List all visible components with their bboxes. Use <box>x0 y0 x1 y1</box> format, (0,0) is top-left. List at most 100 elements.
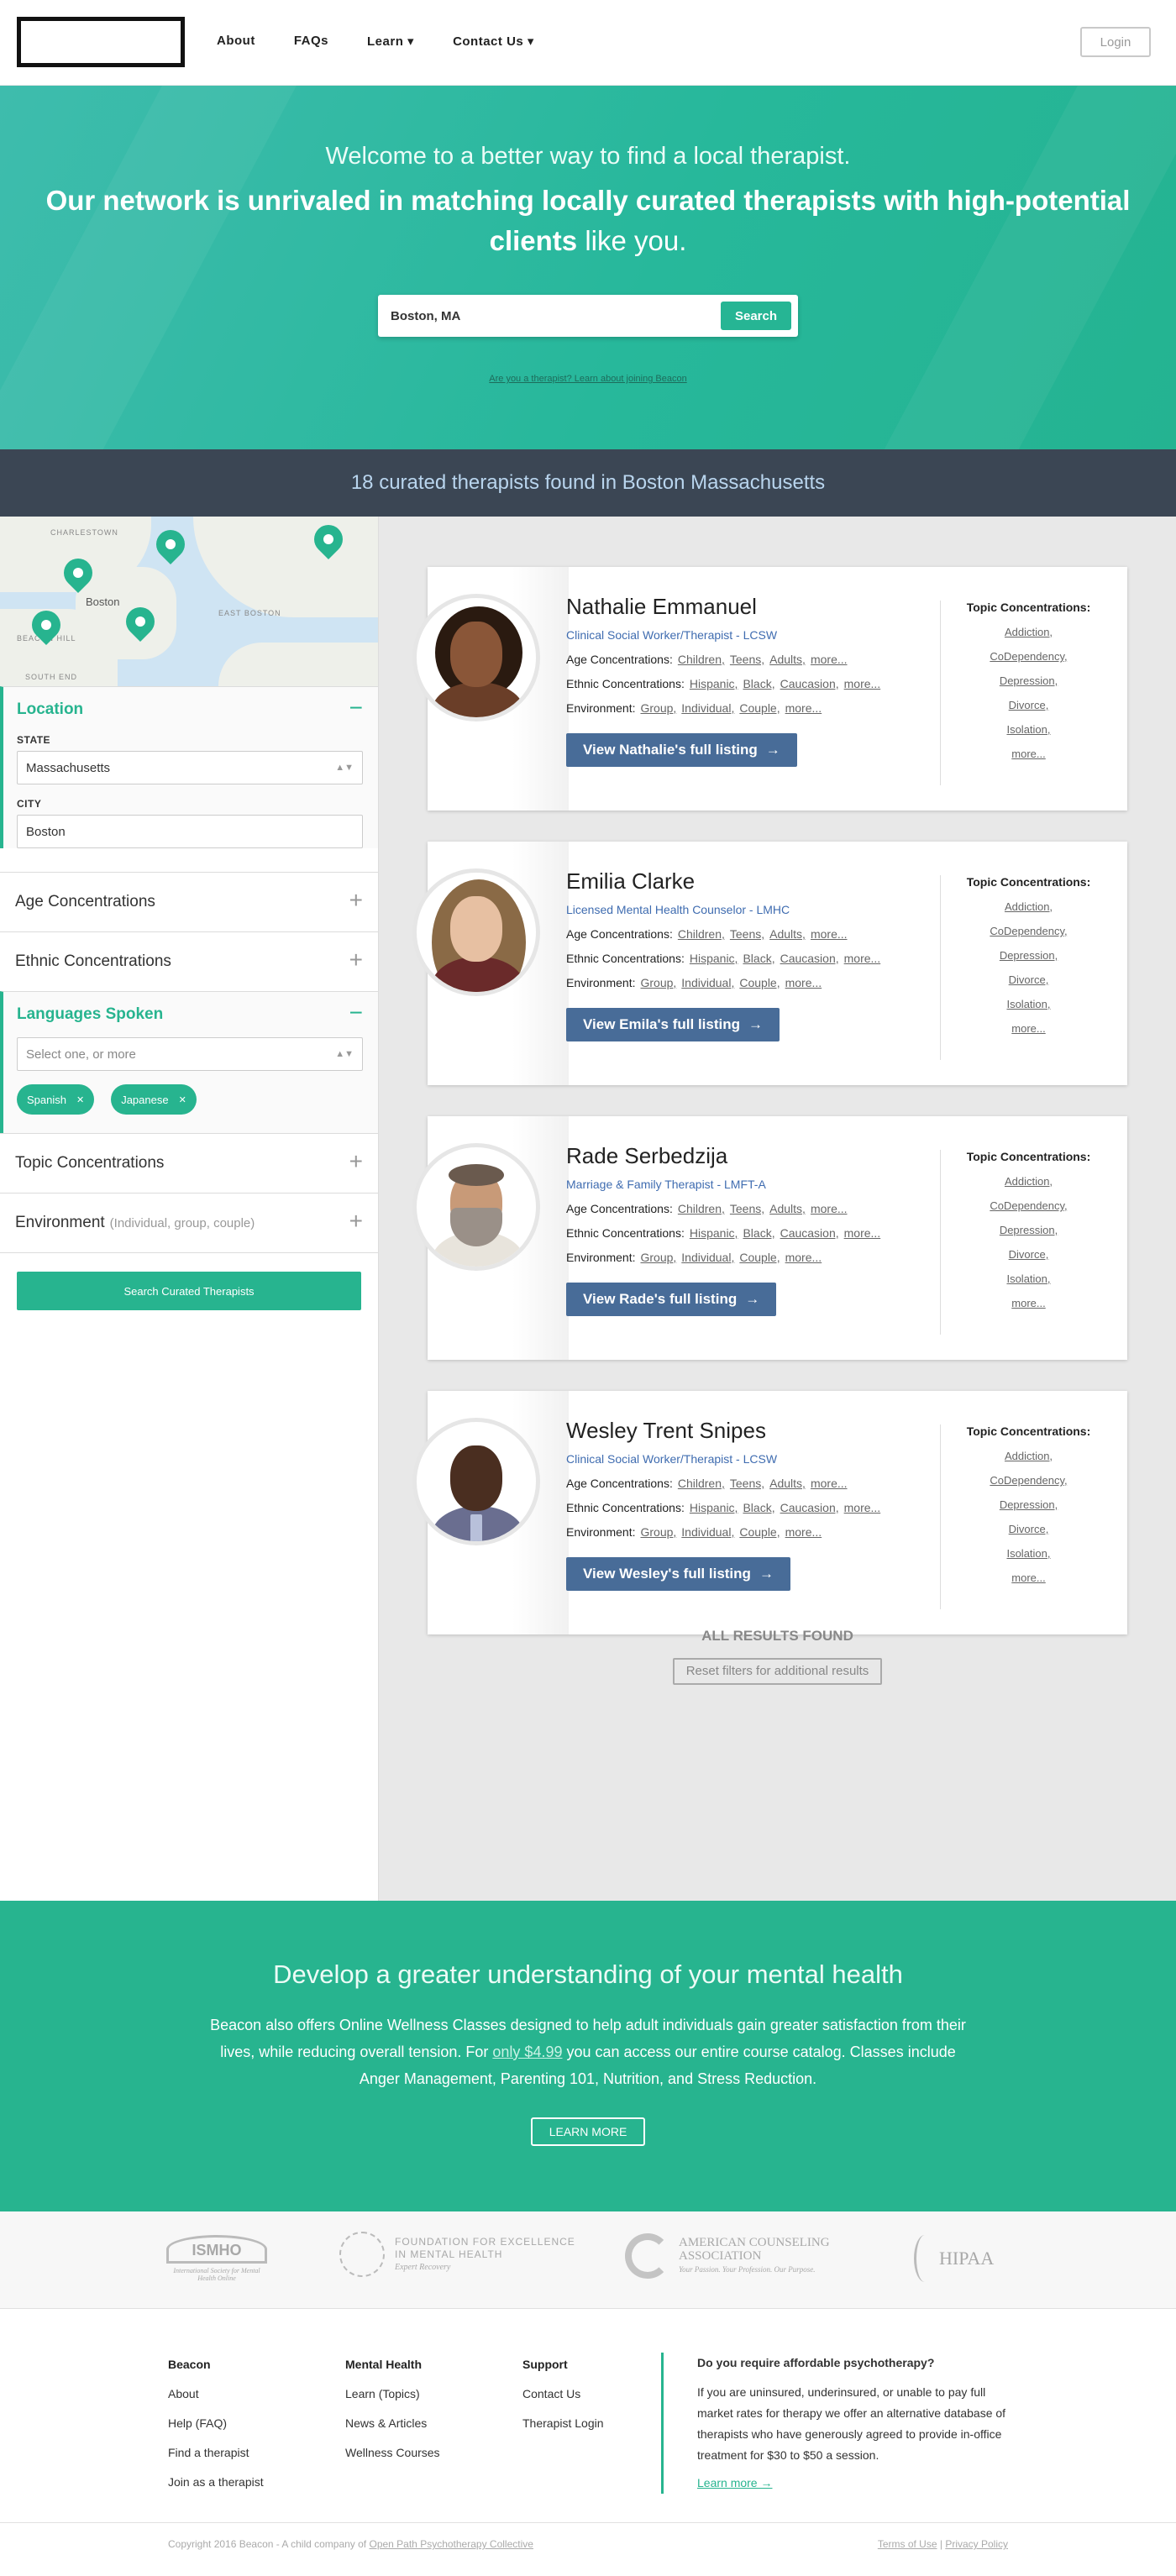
topic-item[interactable]: Isolation, <box>941 1272 1116 1285</box>
nav-faqs[interactable]: FAQs <box>294 34 328 49</box>
age-value[interactable]: Children, <box>678 653 725 666</box>
topic-more[interactable]: more... <box>941 1297 1116 1309</box>
privacy-link[interactable]: Privacy Policy <box>945 2538 1008 2550</box>
therapist-avatar[interactable] <box>412 1418 540 1545</box>
topic-item[interactable]: Isolation, <box>941 998 1116 1010</box>
env-value[interactable]: Individual, <box>681 1251 734 1264</box>
expand-icon[interactable]: + <box>349 947 363 973</box>
topic-item[interactable]: Depression, <box>941 949 1116 962</box>
state-select[interactable]: Massachusetts ▲▼ <box>17 751 363 784</box>
topic-item[interactable]: Divorce, <box>941 699 1116 711</box>
topic-item[interactable]: Addiction, <box>941 1175 1116 1188</box>
ethnic-more[interactable]: more... <box>844 1226 881 1240</box>
footer-link[interactable]: About <box>168 2387 264 2400</box>
ethnic-value[interactable]: Hispanic, <box>690 677 738 690</box>
topic-item[interactable]: CoDependency, <box>941 1474 1116 1487</box>
footer-link[interactable]: Learn (Topics) <box>345 2387 440 2400</box>
collapse-icon[interactable]: − <box>349 695 363 721</box>
view-listing-button[interactable]: View Rade's full listing → <box>566 1283 777 1316</box>
topic-item[interactable]: CoDependency, <box>941 925 1116 937</box>
topic-item[interactable]: CoDependency, <box>941 650 1116 663</box>
age-value[interactable]: Adults, <box>769 1477 806 1490</box>
expand-icon[interactable]: + <box>349 888 363 913</box>
footer-link[interactable]: News & Articles <box>345 2416 440 2430</box>
view-listing-button[interactable]: View Emila's full listing → <box>566 1008 780 1041</box>
topic-item[interactable]: Addiction, <box>941 900 1116 913</box>
footer-link[interactable]: Join as a therapist <box>168 2475 264 2489</box>
view-listing-button[interactable]: View Nathalie's full listing → <box>566 733 797 767</box>
wellness-price-link[interactable]: only $4.99 <box>492 2043 562 2060</box>
topic-item[interactable]: Isolation, <box>941 723 1116 736</box>
age-value[interactable]: Children, <box>678 1202 725 1215</box>
logo[interactable] <box>17 17 185 67</box>
env-value[interactable]: Individual, <box>681 1525 734 1539</box>
filter-languages-header[interactable]: Languages Spoken <box>3 992 378 1037</box>
age-more[interactable]: more... <box>811 1477 848 1490</box>
env-value[interactable]: Individual, <box>681 976 734 989</box>
ethnic-more[interactable]: more... <box>844 1501 881 1514</box>
therapist-avatar[interactable] <box>412 594 540 721</box>
ethnic-value[interactable]: Black, <box>743 677 774 690</box>
age-value[interactable]: Teens, <box>730 1202 764 1215</box>
footer-link[interactable]: Contact Us <box>522 2387 604 2400</box>
env-value[interactable]: Individual, <box>681 701 734 715</box>
topic-item[interactable]: Divorce, <box>941 1248 1116 1261</box>
nav-contact[interactable]: Contact Us ▾ <box>453 34 534 49</box>
languages-select[interactable]: Select one, or more ▲▼ <box>17 1037 363 1071</box>
footer-link[interactable]: Help (FAQ) <box>168 2416 264 2430</box>
env-value[interactable]: Couple, <box>739 1525 780 1539</box>
env-value[interactable]: Group, <box>640 976 676 989</box>
therapist-avatar[interactable] <box>412 868 540 996</box>
filter-environment[interactable]: Environment (Individual, group, couple) + <box>0 1193 378 1252</box>
topic-item[interactable]: Depression, <box>941 1498 1116 1511</box>
filter-location-header[interactable]: Location <box>3 687 378 732</box>
age-value[interactable]: Children, <box>678 1477 725 1490</box>
topic-item[interactable]: Addiction, <box>941 626 1116 638</box>
ethnic-more[interactable]: more... <box>844 677 881 690</box>
search-curated-button[interactable]: Search Curated Therapists <box>17 1272 361 1310</box>
age-more[interactable]: more... <box>811 653 848 666</box>
map-marker-icon[interactable] <box>150 523 192 565</box>
map[interactable]: CHARLESTOWN EAST BOSTON SOUTH END BEACON… <box>0 517 378 686</box>
topic-item[interactable]: Divorce, <box>941 1523 1116 1535</box>
nav-about[interactable]: About <box>217 34 255 49</box>
topic-item[interactable]: CoDependency, <box>941 1199 1116 1212</box>
env-more[interactable]: more... <box>785 1251 822 1264</box>
ethnic-value[interactable]: Hispanic, <box>690 1501 738 1514</box>
filter-topic[interactable]: Topic Concentrations + <box>0 1133 378 1193</box>
age-more[interactable]: more... <box>811 927 848 941</box>
filter-age[interactable]: Age Concentrations + <box>0 872 378 931</box>
nav-learn[interactable]: Learn ▾ <box>367 34 414 49</box>
age-value[interactable]: Teens, <box>730 1477 764 1490</box>
env-value[interactable]: Group, <box>640 701 676 715</box>
ethnic-value[interactable]: Caucasion, <box>780 1226 839 1240</box>
age-value[interactable]: Teens, <box>730 927 764 941</box>
env-value[interactable]: Couple, <box>739 976 780 989</box>
reset-filters-button[interactable]: Reset filters for additional results <box>672 1658 883 1685</box>
ethnic-value[interactable]: Black, <box>743 1226 774 1240</box>
expand-icon[interactable]: + <box>349 1149 363 1174</box>
topic-more[interactable]: more... <box>941 1571 1116 1584</box>
view-listing-button[interactable]: View Wesley's full listing → <box>566 1557 790 1591</box>
ethnic-value[interactable]: Hispanic, <box>690 952 738 965</box>
age-value[interactable]: Adults, <box>769 653 806 666</box>
env-more[interactable]: more... <box>785 1525 822 1539</box>
topic-more[interactable]: more... <box>941 1022 1116 1035</box>
filter-age-header[interactable]: Age Concentrations <box>0 873 378 931</box>
search-button[interactable]: Search <box>721 302 791 330</box>
collapse-icon[interactable]: − <box>349 1000 363 1026</box>
ethnic-value[interactable]: Caucasion, <box>780 1501 839 1514</box>
filter-ethnic[interactable]: Ethnic Concentrations + <box>0 931 378 991</box>
age-value[interactable]: Children, <box>678 927 725 941</box>
topic-item[interactable]: Addiction, <box>941 1450 1116 1462</box>
footer-link[interactable]: Find a therapist <box>168 2446 264 2459</box>
terms-link[interactable]: Terms of Use <box>878 2538 937 2550</box>
parent-company-link[interactable]: Open Path Psychotherapy Collective <box>369 2538 533 2550</box>
age-value[interactable]: Teens, <box>730 653 764 666</box>
env-value[interactable]: Group, <box>640 1525 676 1539</box>
expand-icon[interactable]: + <box>349 1209 363 1234</box>
topic-item[interactable]: Depression, <box>941 674 1116 687</box>
city-input[interactable]: Boston <box>17 815 363 848</box>
age-value[interactable]: Adults, <box>769 927 806 941</box>
affordable-learn-more-link[interactable]: Learn more → <box>697 2473 1014 2494</box>
